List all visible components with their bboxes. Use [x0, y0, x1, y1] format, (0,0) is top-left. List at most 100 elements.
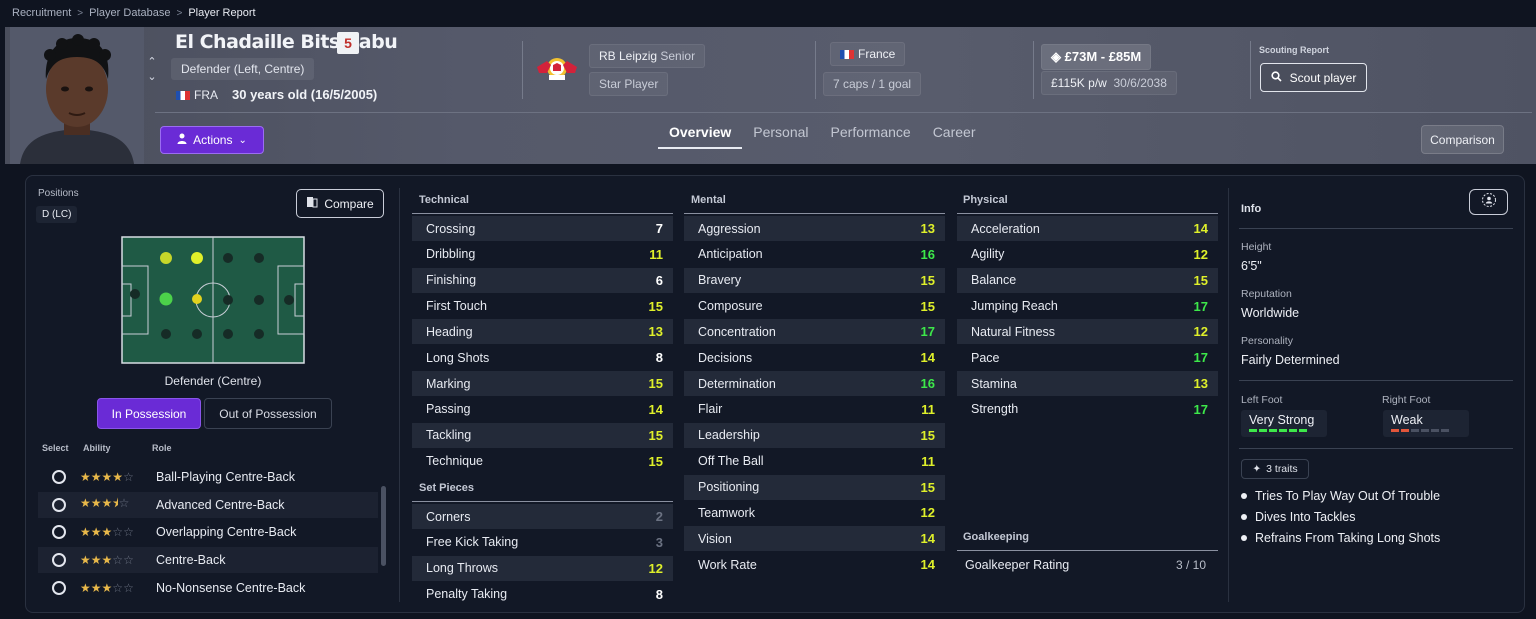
compare-button[interactable]: Compare: [296, 189, 384, 218]
attribute-row: Finishing 6: [412, 267, 673, 293]
attribute-name: Marking: [426, 376, 471, 391]
attribute-value: 12: [648, 560, 663, 576]
in-possession-toggle[interactable]: In Possession: [97, 398, 201, 429]
left-foot-meter: [1249, 429, 1319, 432]
roles-header-ability: Ability: [83, 443, 111, 453]
attribute-value: 17: [1193, 350, 1208, 366]
section-divider: [412, 501, 673, 502]
tab-overview[interactable]: Overview: [658, 124, 743, 149]
out-of-possession-toggle[interactable]: Out of Possession: [204, 398, 332, 429]
role-name: Overlapping Centre-Back: [156, 525, 297, 540]
transfer-value-chip: ◈ £73M - £85M: [1041, 44, 1152, 70]
attribute-name: Free Kick Taking: [426, 535, 519, 550]
attribute-row: Natural Fitness 12: [957, 319, 1218, 345]
role-row[interactable]: ★★★☆☆ Centre-Back: [38, 547, 378, 574]
tab-personal[interactable]: Personal: [742, 124, 819, 149]
attribute-value: 11: [649, 246, 663, 262]
comparison-button[interactable]: Comparison: [1421, 125, 1504, 154]
player-status-chip: Star Player: [589, 72, 669, 96]
meter-segment: [1441, 429, 1449, 432]
role-radio[interactable]: [52, 470, 66, 484]
attribute-value: 15: [920, 272, 935, 288]
role-row[interactable]: ★★★★☆ Ball-Playing Centre-Back: [38, 464, 378, 490]
header-divider: [155, 112, 1532, 113]
attribute-value: 17: [920, 324, 935, 340]
attribute-value: 15: [920, 427, 935, 443]
club-chip[interactable]: RB Leipzig Senior: [589, 44, 706, 68]
actions-button[interactable]: Actions ⌄: [160, 126, 264, 154]
left-foot-box: Very Strong: [1241, 410, 1327, 437]
attribute-value: 15: [920, 479, 935, 495]
nationality: FRA: [176, 88, 218, 102]
role-row[interactable]: ★★★☆☆ Overlapping Centre-Back: [38, 519, 378, 545]
left-foot-value: Very Strong: [1249, 413, 1315, 427]
star-icon: ★: [90, 525, 102, 540]
attribute-value: 17: [1193, 401, 1208, 417]
personality-value: Fairly Determined: [1241, 353, 1340, 367]
role-row[interactable]: ★★★⯨☆ Advanced Centre-Back: [38, 491, 378, 518]
attribute-value: 8: [655, 586, 663, 602]
set-pieces-title: Set Pieces: [419, 482, 475, 494]
chevron-right-icon: >: [77, 7, 84, 19]
role-radio[interactable]: [52, 553, 66, 568]
star-icon: ★: [80, 496, 91, 511]
star-icon: ★: [80, 580, 91, 595]
role-radio[interactable]: [52, 497, 66, 512]
breadcrumb-player-database[interactable]: Player Database: [89, 7, 170, 19]
bullet-icon: [1241, 535, 1247, 541]
attribute-value: 8: [655, 350, 663, 366]
meter-segment: [1279, 429, 1287, 432]
ability-stars: ★★★⯨☆: [80, 494, 156, 515]
column-divider: [1228, 188, 1229, 602]
attribute-name: Finishing: [426, 273, 477, 288]
attribute-name: Tackling: [426, 428, 472, 443]
attribute-row: Technique 15: [412, 449, 673, 474]
pitch-position-label: Defender (Centre): [164, 374, 262, 388]
attribute-value: 13: [648, 324, 663, 340]
roles-scrollbar[interactable]: [381, 486, 386, 566]
chevron-up-icon[interactable]: ⌃: [145, 55, 159, 70]
role-row[interactable]: ★★★☆☆ No-Nonsense Centre-Back: [38, 575, 378, 601]
attribute-value: 14: [920, 557, 935, 573]
breadcrumb-recruitment[interactable]: Recruitment: [12, 7, 71, 19]
attribute-row: Vision 14: [684, 526, 945, 552]
attribute-name: Teamwork: [698, 505, 755, 520]
star-icon: ★: [90, 553, 102, 568]
france-flag-icon: [840, 50, 854, 60]
chevron-down-icon[interactable]: ⌄: [145, 70, 159, 85]
attribute-value: 15: [648, 427, 663, 443]
role-radio[interactable]: [52, 580, 66, 595]
role-name: Centre-Back: [156, 553, 226, 568]
player-nav-arrows: ⌃ ⌄: [145, 55, 159, 85]
attribute-row: Balance 15: [957, 267, 1218, 293]
traits-chip[interactable]: ✦ 3 traits: [1241, 459, 1309, 479]
reputation-label: Reputation: [1241, 288, 1292, 300]
info-divider: [1239, 448, 1513, 449]
attribute-name: Dribbling: [426, 247, 476, 262]
attribute-name: Work Rate: [698, 557, 757, 572]
divider: [1250, 41, 1251, 99]
nation-chip[interactable]: France: [830, 42, 906, 66]
attribute-value: 11: [921, 401, 935, 417]
attribute-row: Pace 17: [957, 345, 1218, 370]
section-divider: [957, 550, 1218, 551]
divider: [815, 41, 816, 99]
tab-career[interactable]: Career: [922, 124, 987, 149]
scout-player-button[interactable]: Scout player: [1260, 63, 1367, 92]
chevron-right-icon: >: [176, 7, 183, 19]
info-profile-button[interactable]: [1469, 189, 1508, 215]
role-radio[interactable]: [52, 525, 66, 540]
star-icon: ★: [101, 496, 113, 511]
attribute-name: Jumping Reach: [971, 299, 1058, 314]
attribute-value: 16: [920, 376, 935, 392]
positions-label: Positions: [38, 188, 79, 199]
attribute-row: Crossing 7: [412, 216, 673, 241]
tab-performance[interactable]: Performance: [820, 124, 922, 149]
attribute-name: Passing: [426, 402, 471, 417]
ability-stars: ★★★★☆: [80, 470, 156, 484]
star-icon: ☆: [123, 470, 134, 484]
star-icon: ★: [101, 470, 113, 484]
attribute-row: Acceleration 14: [957, 216, 1218, 241]
attribute-row: Bravery 15: [684, 267, 945, 293]
attribute-name: Strength: [971, 402, 1019, 417]
